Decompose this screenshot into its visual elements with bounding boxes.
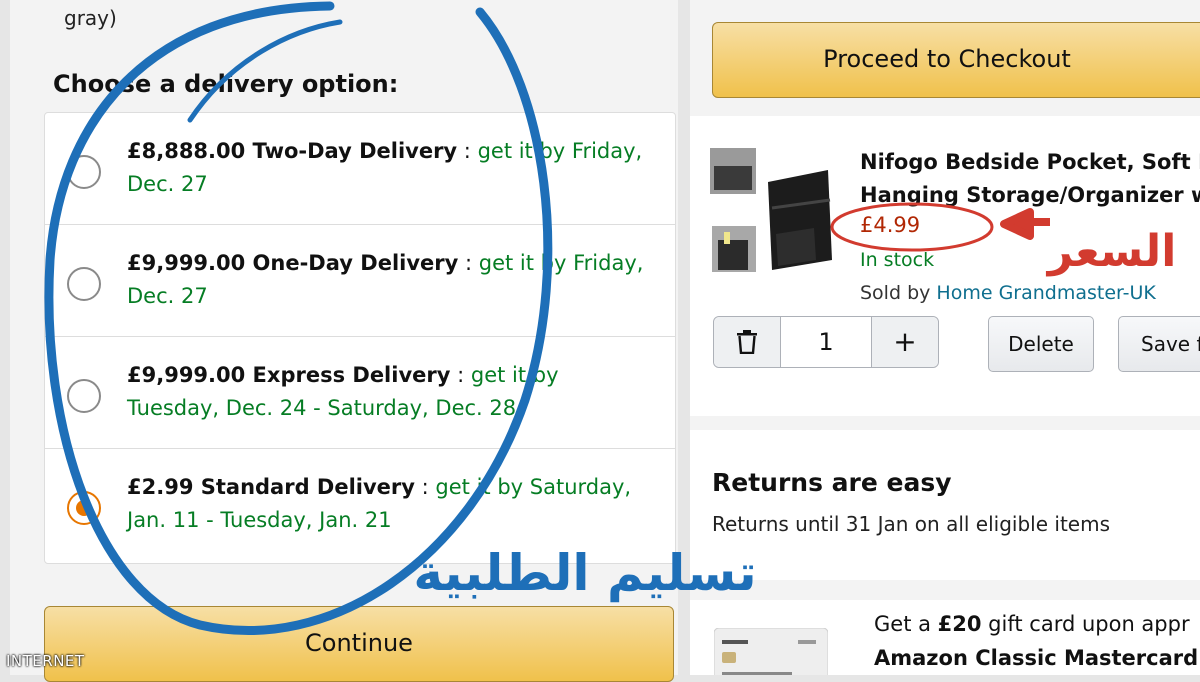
- sold-by-label: Sold by: [860, 282, 937, 304]
- delivery-option-text: £8,888.00 Two-Day Delivery : get it by F…: [127, 135, 657, 201]
- radio-button[interactable]: [67, 267, 101, 301]
- offer-card-name: Amazon Classic Mastercard.: [874, 646, 1200, 670]
- credit-card-image: [714, 628, 828, 675]
- increase-quantity-button[interactable]: +: [871, 317, 938, 367]
- delete-button[interactable]: Delete: [988, 316, 1094, 372]
- delivery-option-standard[interactable]: £2.99 Standard Delivery : get it by Satu…: [45, 449, 675, 561]
- delivery-option-separator: :: [414, 475, 436, 499]
- quantity-value[interactable]: 1: [781, 317, 871, 367]
- offer-suffix: gift card upon appr: [981, 612, 1190, 636]
- save-for-later-button[interactable]: Save f: [1118, 316, 1200, 372]
- product-image[interactable]: [710, 148, 840, 276]
- trash-button[interactable]: [714, 317, 781, 367]
- offer-text: Get a £20 gift card upon appr: [874, 612, 1190, 636]
- delivery-option-name: £2.99 Standard Delivery: [127, 475, 415, 499]
- delivery-option-text: £9,999.00 Express Delivery : get it by T…: [127, 359, 657, 425]
- product-price: £4.99: [860, 213, 921, 237]
- seller-info: Sold by Home Grandmaster-UK: [860, 282, 1156, 304]
- delivery-option-one-day[interactable]: £9,999.00 One-Day Delivery : get it by F…: [45, 225, 675, 337]
- radio-button-selected[interactable]: [67, 491, 101, 525]
- cart-panel: Proceed to Checkout Nifogo Bedside Pocke…: [690, 0, 1200, 675]
- returns-text: Returns until 31 Jan on all eligible ite…: [712, 512, 1110, 536]
- trash-icon: [737, 330, 757, 354]
- seller-link[interactable]: Home Grandmaster-UK: [936, 282, 1155, 304]
- product-title-line: Hanging Storage/Organizer w: [860, 183, 1200, 207]
- watermark: INTERNET: [6, 652, 85, 670]
- delivery-option-text: £2.99 Standard Delivery : get it by Satu…: [127, 471, 657, 537]
- offer-prefix: Get a: [874, 612, 938, 636]
- delivery-option-name: £9,999.00 One-Day Delivery: [127, 251, 459, 275]
- radio-button[interactable]: [67, 379, 101, 413]
- delivery-options-list: £8,888.00 Two-Day Delivery : get it by F…: [44, 112, 676, 564]
- returns-info: Returns are easy Returns until 31 Jan on…: [690, 430, 1200, 580]
- delivery-panel: gray) Choose a delivery option: £8,888.0…: [10, 0, 678, 682]
- stock-status: In stock: [860, 249, 935, 271]
- delivery-options-heading: Choose a delivery option:: [53, 70, 399, 98]
- product-title-line: Nifogo Bedside Pocket, Soft F: [860, 150, 1200, 174]
- delivery-option-separator: :: [458, 251, 479, 275]
- returns-title: Returns are easy: [712, 468, 952, 497]
- delivery-option-name: £8,888.00 Two-Day Delivery: [127, 139, 458, 163]
- delivery-option-separator: :: [457, 139, 478, 163]
- delivery-option-separator: :: [450, 363, 471, 387]
- delivery-option-name: £9,999.00 Express Delivery: [127, 363, 451, 387]
- delivery-option-express[interactable]: £9,999.00 Express Delivery : get it by T…: [45, 337, 675, 449]
- quantity-stepper: 1 +: [713, 316, 939, 368]
- delivery-option-two-day[interactable]: £8,888.00 Two-Day Delivery : get it by F…: [45, 113, 675, 225]
- product-title[interactable]: Nifogo Bedside Pocket, Soft F Hanging St…: [860, 146, 1200, 212]
- cart-item: Nifogo Bedside Pocket, Soft F Hanging St…: [690, 116, 1200, 416]
- offer-amount: £20: [937, 612, 982, 636]
- proceed-to-checkout-button[interactable]: Proceed to Checkout: [712, 22, 1200, 98]
- previous-text-fragment: gray): [64, 6, 117, 30]
- credit-card-offer[interactable]: Get a £20 gift card upon appr Amazon Cla…: [690, 600, 1200, 675]
- radio-button[interactable]: [67, 155, 101, 189]
- delivery-option-text: £9,999.00 One-Day Delivery : get it by F…: [127, 247, 657, 313]
- continue-button[interactable]: Continue: [44, 606, 674, 682]
